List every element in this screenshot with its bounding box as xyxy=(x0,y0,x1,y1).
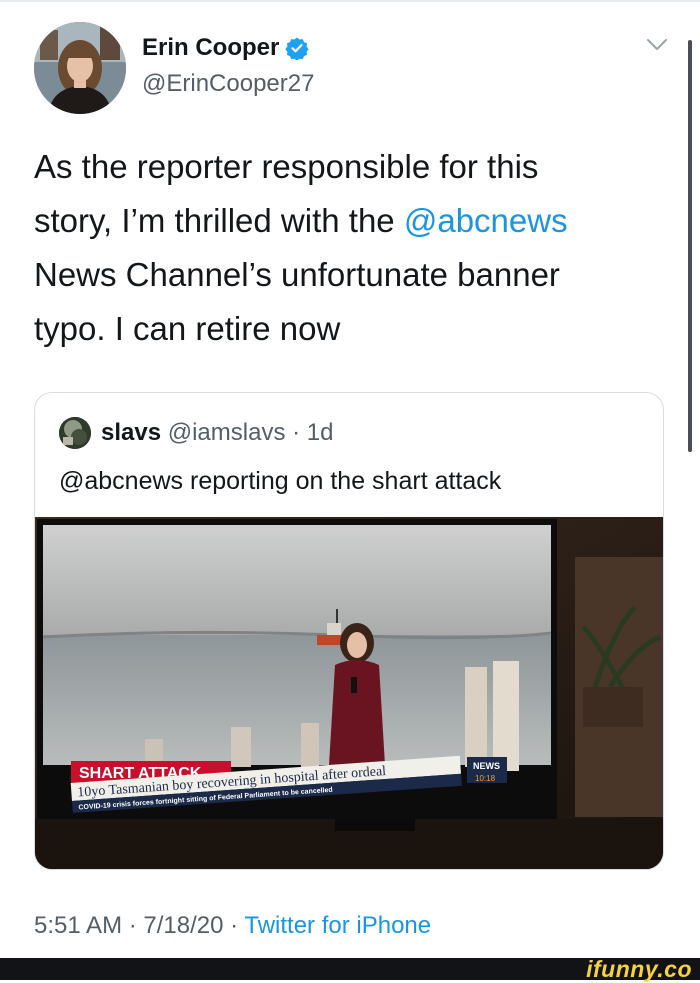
tv-channel-logo: NEWS xyxy=(473,761,500,771)
separator-dot: · xyxy=(285,419,307,446)
tweet-text-line: typo. I can retire now xyxy=(34,310,341,347)
tweet-meta: 5:51 AM · 7/18/20 · Twitter for iPhone xyxy=(34,912,431,940)
quoted-author-avatar[interactable] xyxy=(59,417,91,449)
tweet-text: As the reporter responsible for this sto… xyxy=(34,140,664,356)
separator-dot: · xyxy=(223,912,245,939)
tweet-source-link[interactable]: Twitter for iPhone xyxy=(244,912,431,939)
author-name-row[interactable]: Erin Cooper xyxy=(142,34,309,62)
separator-dot: · xyxy=(122,912,144,939)
quoted-tweet-photo[interactable]: SHART ATTACK 10yo Tasmanian boy recoveri… xyxy=(35,517,664,870)
quoted-tweet-text: @abcnews reporting on the shart attack xyxy=(59,467,502,495)
quoted-author-name[interactable]: slavs xyxy=(101,419,161,446)
scrollbar[interactable] xyxy=(688,40,692,452)
tv-clock: 10:18 xyxy=(475,774,496,783)
quoted-author-handle[interactable]: @iamslavs xyxy=(168,419,286,446)
mention-link[interactable]: @abcnews xyxy=(404,202,568,239)
chevron-down-icon[interactable] xyxy=(646,38,668,52)
top-divider xyxy=(0,0,700,2)
author-avatar[interactable] xyxy=(34,22,126,114)
watermark-logo: ifunny.co xyxy=(586,956,692,982)
quoted-tweet-card[interactable]: slavs @iamslavs · 1d @abcnews reporting … xyxy=(34,392,664,870)
tweet-text-line: story, I’m thrilled with the xyxy=(34,202,404,239)
author-handle[interactable]: @ErinCooper27 xyxy=(142,70,314,98)
verified-badge-icon xyxy=(285,37,309,60)
tweet-date[interactable]: 7/18/20 xyxy=(143,912,223,939)
quoted-tweet-age[interactable]: 1d xyxy=(307,419,334,446)
tweet-time[interactable]: 5:51 AM xyxy=(34,912,122,939)
quoted-tweet-header: slavs @iamslavs · 1d xyxy=(101,419,333,447)
author-name[interactable]: Erin Cooper xyxy=(142,34,279,62)
tweet-text-line: News Channel’s unfortunate banner xyxy=(34,256,560,293)
tweet-text-line: As the reporter responsible for this xyxy=(34,148,539,185)
